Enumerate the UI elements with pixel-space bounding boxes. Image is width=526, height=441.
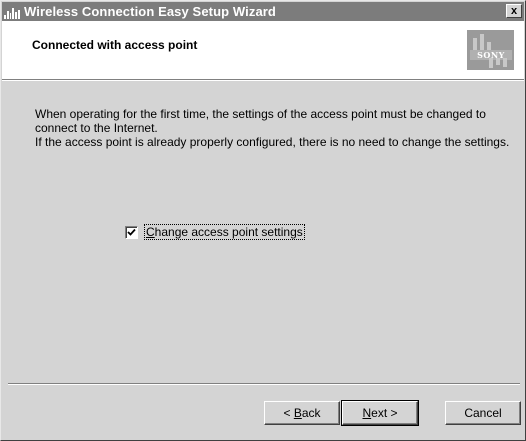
close-button[interactable]: x [506, 4, 522, 18]
label-text: hange access point settings [154, 225, 303, 239]
header-divider-highlight [2, 80, 524, 81]
instruction-line-1: When operating for the first time, the s… [35, 107, 486, 121]
next-button[interactable]: Next > [341, 400, 419, 426]
change-settings-checkbox[interactable] [125, 225, 138, 239]
header-band: Connected with access point SONY [2, 21, 524, 79]
back-button[interactable]: < Back [264, 401, 340, 425]
footer-divider-highlight [8, 384, 520, 385]
back-label: ack [301, 406, 321, 420]
back-mnemonic: B [293, 406, 302, 420]
logo-bars-lower-icon [489, 58, 507, 68]
sony-logo: SONY [467, 30, 514, 70]
page-title: Connected with access point [32, 38, 198, 52]
next-label: ext > [371, 406, 398, 420]
title-bar[interactable]: Wireless Connection Easy Setup Wizard x [2, 2, 524, 21]
instruction-text: When operating for the first time, the s… [35, 107, 515, 149]
wizard-window: Wireless Connection Easy Setup Wizard x … [0, 0, 526, 441]
change-settings-option[interactable]: Change access point settings [125, 224, 305, 240]
cancel-button[interactable]: Cancel [445, 401, 521, 425]
next-mnemonic: N [362, 406, 372, 420]
app-icon [4, 5, 20, 19]
instruction-line-3: If the access point is already properly … [35, 135, 510, 149]
back-prefix: < [283, 406, 294, 420]
instruction-line-2: connect to the Internet. [35, 121, 158, 135]
checkmark-icon [127, 228, 136, 236]
change-settings-label[interactable]: Change access point settings [144, 224, 305, 240]
window-title: Wireless Connection Easy Setup Wizard [24, 4, 276, 19]
label-mnemonic: C [146, 225, 155, 239]
